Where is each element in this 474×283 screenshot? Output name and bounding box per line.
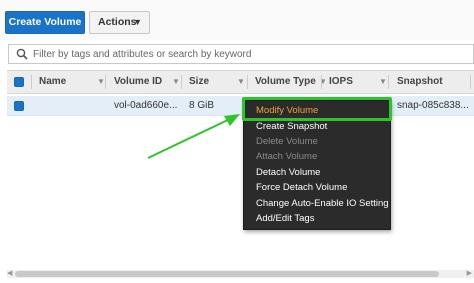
menu-item-force-detach-volume[interactable]: Force Detach Volume (256, 180, 347, 195)
column-header-name[interactable]: Name ▼ (39, 71, 109, 93)
column-label: Name (39, 76, 67, 87)
create-volume-button[interactable]: Create Volume (5, 11, 85, 34)
chevron-down-icon: ▼ (133, 17, 142, 27)
column-divider (105, 75, 106, 89)
scroll-right-icon[interactable]: ▶ (467, 270, 472, 278)
column-divider (31, 75, 32, 89)
column-divider (181, 75, 182, 89)
sort-icon: ▼ (237, 77, 245, 86)
horizontal-scrollbar[interactable]: ◀ ▶ (7, 270, 474, 278)
menu-item-delete-volume: Delete Volume (256, 136, 318, 147)
column-header-snapshot[interactable]: Snapshot (397, 71, 457, 93)
cell-snapshot: snap-085c838... (397, 100, 469, 111)
actions-label: Actions (98, 16, 137, 28)
column-divider (247, 75, 248, 89)
actions-dropdown-button[interactable]: Actions ▼ (89, 11, 150, 34)
modify-volume-highlight (242, 97, 392, 121)
menu-item-change-auto-enable-io[interactable]: Change Auto-Enable IO Setting (256, 196, 389, 211)
search-bar[interactable] (8, 44, 474, 64)
annotation-arrow-icon (147, 114, 240, 159)
scroll-left-icon[interactable]: ◀ (7, 270, 12, 278)
sort-icon: ▼ (379, 77, 387, 86)
toolbar: Create Volume Actions ▼ (0, 0, 474, 40)
menu-item-add-edit-tags[interactable]: Add/Edit Tags (256, 211, 314, 226)
column-label: Size (189, 76, 210, 87)
menu-item-create-snapshot[interactable]: Create Snapshot (256, 119, 327, 134)
search-input[interactable] (33, 45, 463, 63)
menu-item-attach-volume: Attach Volume (256, 151, 318, 162)
column-label: Volume Type (255, 76, 316, 87)
sort-icon: ▼ (97, 77, 105, 86)
sort-icon: ▼ (172, 77, 180, 86)
search-icon (16, 48, 28, 60)
select-all-checkbox[interactable] (14, 77, 24, 87)
column-label: Volume ID (114, 76, 163, 87)
scrollbar-thumb[interactable] (15, 271, 439, 277)
column-header-volume-type[interactable]: Volume Type ▼ (255, 71, 327, 93)
column-label: IOPS (329, 76, 353, 87)
column-divider (321, 75, 322, 89)
column-divider (470, 75, 471, 89)
column-header-iops[interactable]: IOPS ▼ (329, 71, 389, 93)
column-header-size[interactable]: Size ▼ (189, 71, 249, 93)
menu-item-detach-volume[interactable]: Detach Volume (256, 165, 320, 180)
column-divider (388, 75, 389, 89)
row-checkbox[interactable] (14, 101, 24, 111)
column-header-volume-id[interactable]: Volume ID ▼ (114, 71, 184, 93)
table-header: Name ▼ Volume ID ▼ Size ▼ Volume Type ▼ … (7, 70, 474, 94)
column-label: Snapshot (397, 76, 443, 87)
